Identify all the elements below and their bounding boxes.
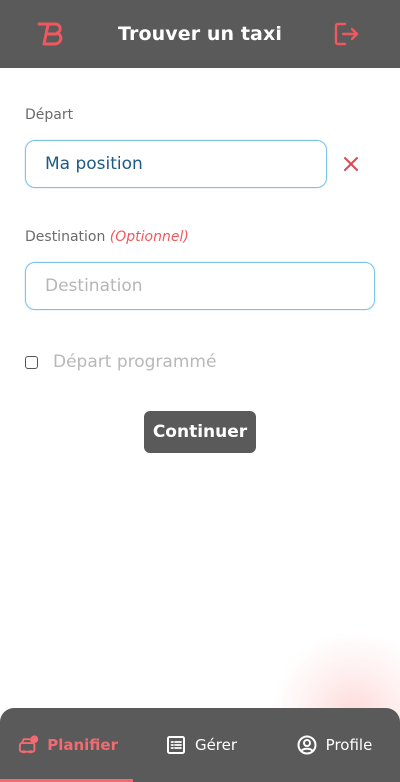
nav-label-planifier: Planifier <box>47 736 118 754</box>
page-title: Trouver un taxi <box>118 23 282 45</box>
bottom-nav: Planifier Gérer Profile <box>0 708 400 782</box>
list-icon <box>166 736 185 754</box>
destination-label-text: Destination <box>25 229 106 245</box>
departure-label-text: Départ <box>25 107 74 123</box>
app-header: Trouver un taxi <box>0 0 400 68</box>
app-root: Trouver un taxi Départ Ma position Desti… <box>0 0 400 782</box>
taxi-booking-icon <box>18 735 39 754</box>
logout-icon[interactable] <box>333 21 361 47</box>
departure-input[interactable]: Ma position <box>25 140 327 188</box>
departure-value: Ma position <box>45 154 143 174</box>
scheduled-label: Départ programmé <box>53 352 217 372</box>
scheduled-checkbox[interactable] <box>25 355 38 369</box>
optional-tag: (Optionnel) <box>109 229 189 245</box>
departure-label: Départ <box>25 107 73 123</box>
nav-item-planifier[interactable]: Planifier <box>18 708 118 782</box>
close-icon[interactable] <box>343 156 359 172</box>
destination-input[interactable]: Destination <box>25 262 375 310</box>
scheduled-row: Départ programmé <box>25 352 216 372</box>
brand-logo-icon <box>37 22 63 46</box>
nav-item-profile[interactable]: Profile <box>292 708 376 782</box>
user-circle-icon <box>297 735 317 755</box>
nav-label-profile: Profile <box>325 736 373 754</box>
nav-item-gerer[interactable]: Gérer <box>163 708 239 782</box>
destination-label: Destination (Optionnel) <box>25 229 189 245</box>
destination-placeholder: Destination <box>45 276 143 296</box>
continue-button[interactable]: Continuer <box>144 411 256 453</box>
nav-label-gerer: Gérer <box>194 736 238 754</box>
